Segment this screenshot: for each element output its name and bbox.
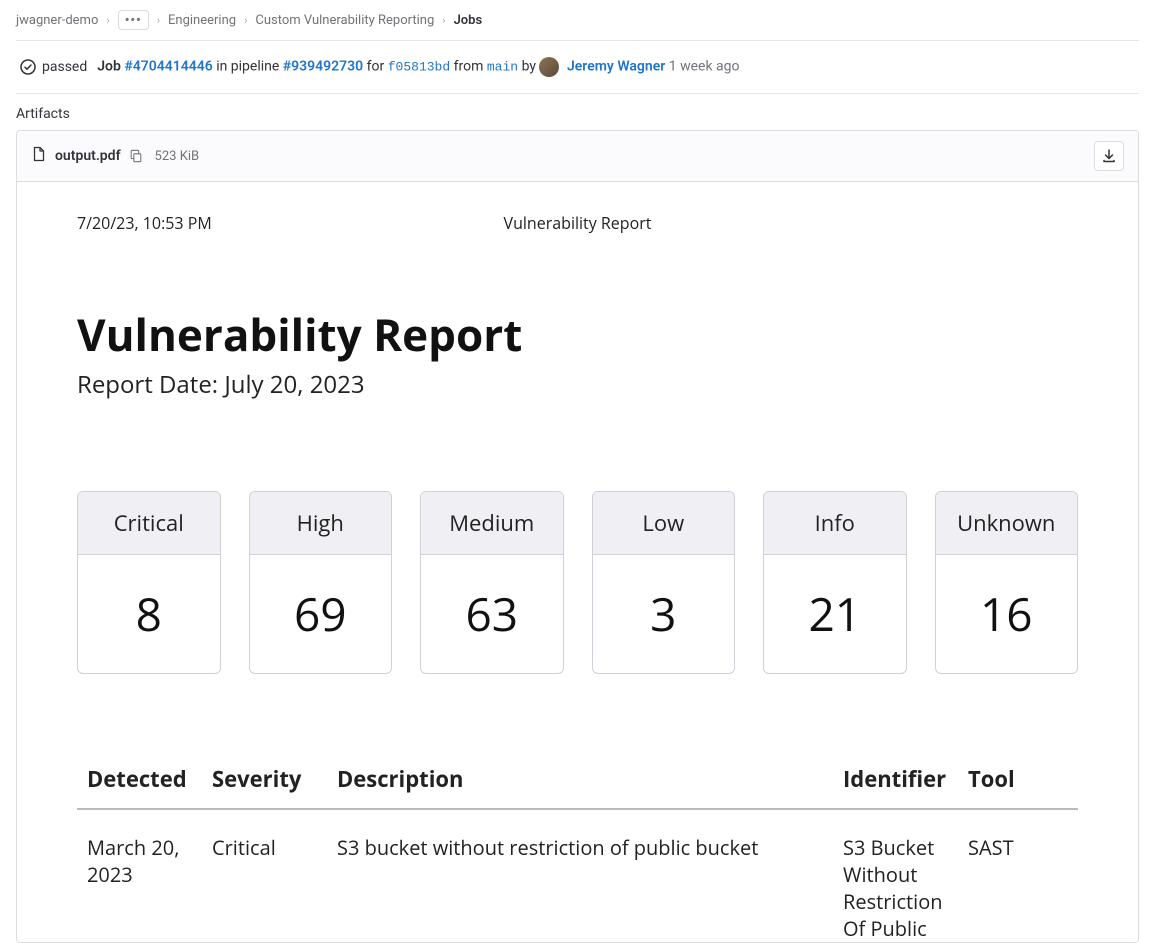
- severity-count: 69: [250, 555, 392, 673]
- breadcrumb-project[interactable]: Custom Vulnerability Reporting: [255, 13, 434, 28]
- severity-card-high: High 69: [249, 491, 393, 674]
- artifacts-heading: Artifacts: [16, 94, 1139, 130]
- job-line: Job #4704414446 in pipeline #939492730 f…: [97, 57, 739, 77]
- severity-count: 3: [593, 555, 735, 673]
- artifact-filename: output.pdf: [55, 148, 121, 164]
- breadcrumb-root[interactable]: jwagner-demo: [16, 13, 98, 28]
- avatar[interactable]: [539, 57, 559, 77]
- severity-grid: Critical 8 High 69 Medium 63 Low 3 Info …: [77, 491, 1078, 674]
- chevron-right-icon: ›: [157, 14, 160, 27]
- pdf-preview: 7/20/23, 10:53 PM Vulnerability Report V…: [17, 182, 1138, 942]
- severity-card-medium: Medium 63: [420, 491, 564, 674]
- cell-description: S3 bucket without restriction of public …: [327, 809, 833, 942]
- text-in-pipeline: in pipeline: [216, 59, 279, 75]
- status-passed-icon: [20, 59, 36, 75]
- time-ago: 1 week ago: [669, 59, 740, 75]
- chevron-right-icon: ›: [244, 14, 247, 27]
- breadcrumb-current: Jobs: [454, 13, 483, 28]
- commit-sha-link[interactable]: f05813bd: [388, 60, 450, 75]
- col-detected: Detected: [77, 754, 202, 809]
- page-title: Vulnerability Report: [77, 304, 1078, 364]
- job-id-link[interactable]: #4704414446: [124, 59, 212, 75]
- pdf-header-line: 7/20/23, 10:53 PM Vulnerability Report: [77, 212, 1078, 234]
- job-label: Job: [97, 59, 121, 75]
- status-badge: passed: [20, 59, 87, 75]
- severity-label: High: [250, 492, 392, 555]
- artifact-panel: output.pdf 523 KiB 7/20/23, 10:53 PM Vul…: [16, 130, 1139, 943]
- col-tool: Tool: [958, 754, 1078, 809]
- text-by: by: [522, 59, 536, 75]
- artifact-bar: output.pdf 523 KiB: [17, 131, 1138, 182]
- severity-count: 21: [764, 555, 906, 673]
- cell-identifier: S3 Bucket Without Restriction Of Public: [833, 809, 958, 942]
- artifact-size: 523 KiB: [155, 149, 200, 164]
- col-identifier: Identifier: [833, 754, 958, 809]
- severity-label: Info: [764, 492, 906, 555]
- cell-severity: Critical: [202, 809, 327, 942]
- text-from: from: [454, 59, 484, 75]
- cell-tool: SAST: [958, 809, 1078, 942]
- report-date: Report Date: July 20, 2023: [77, 368, 1078, 401]
- status-text: passed: [42, 59, 87, 75]
- severity-count: 8: [78, 555, 220, 673]
- branch-link[interactable]: main: [487, 60, 518, 75]
- col-description: Description: [327, 754, 833, 809]
- pdf-timestamp: 7/20/23, 10:53 PM: [77, 212, 337, 234]
- pdf-header-title: Vulnerability Report: [337, 212, 818, 234]
- document-icon: [31, 146, 47, 166]
- pipeline-id-link[interactable]: #939492730: [283, 59, 363, 75]
- severity-card-unknown: Unknown 16: [935, 491, 1079, 674]
- vulnerability-table: Detected Severity Description Identifier…: [77, 754, 1078, 942]
- cell-detected: March 20, 2023: [77, 809, 202, 942]
- severity-card-info: Info 21: [763, 491, 907, 674]
- severity-label: Critical: [78, 492, 220, 555]
- copy-path-button[interactable]: [129, 149, 143, 163]
- job-header: passed Job #4704414446 in pipeline #9394…: [16, 41, 1139, 94]
- artifact-info: output.pdf 523 KiB: [31, 146, 199, 166]
- author-link[interactable]: Jeremy Wagner: [567, 59, 665, 75]
- breadcrumb-group[interactable]: Engineering: [168, 13, 236, 28]
- severity-card-critical: Critical 8: [77, 491, 221, 674]
- breadcrumb: jwagner-demo › ••• › Engineering › Custo…: [16, 0, 1139, 41]
- severity-card-low: Low 3: [592, 491, 736, 674]
- chevron-right-icon: ›: [442, 14, 445, 27]
- severity-count: 16: [936, 555, 1078, 673]
- severity-label: Unknown: [936, 492, 1078, 555]
- breadcrumb-ellipsis-button[interactable]: •••: [118, 10, 149, 30]
- severity-label: Low: [593, 492, 735, 555]
- table-row: March 20, 2023 Critical S3 bucket withou…: [77, 809, 1078, 942]
- download-button[interactable]: [1094, 141, 1124, 171]
- chevron-right-icon: ›: [106, 14, 109, 27]
- severity-count: 63: [421, 555, 563, 673]
- col-severity: Severity: [202, 754, 327, 809]
- text-for: for: [367, 59, 385, 75]
- severity-label: Medium: [421, 492, 563, 555]
